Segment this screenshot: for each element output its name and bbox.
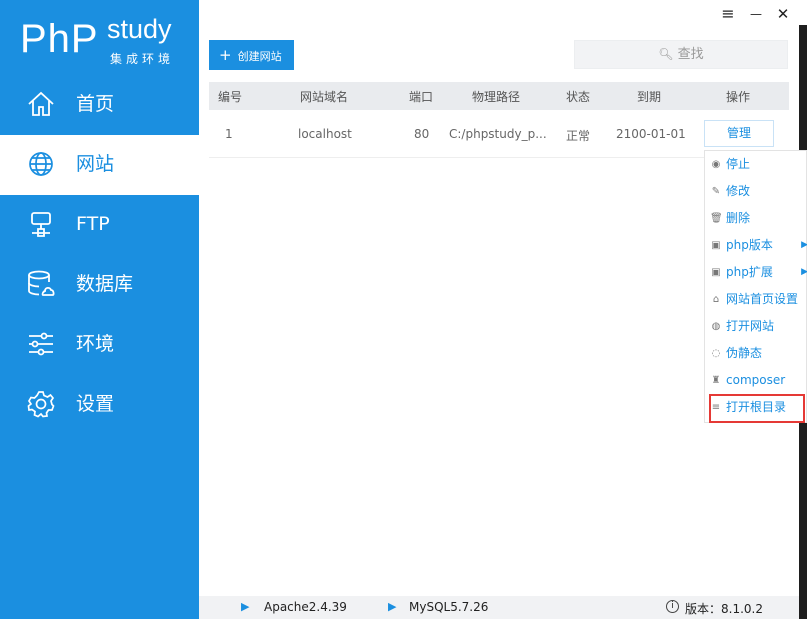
minimize-button[interactable]: — — [746, 4, 766, 24]
sidebar-item-environment[interactable]: 环境 — [0, 315, 199, 375]
submenu-arrow-icon: ▶ — [801, 240, 807, 250]
menu-item-label: 伪静态 — [726, 346, 763, 360]
php-extension-icon: ▣ — [711, 267, 721, 278]
app-logo: PhP study 集成环境 — [0, 0, 199, 75]
column-header-action: 操作 — [726, 90, 751, 104]
sidebar-item-label: 环境 — [76, 333, 115, 355]
database-icon — [26, 269, 56, 299]
trash-icon: 🗑︎ — [710, 213, 723, 224]
sidebar-item-label: FTP — [76, 213, 110, 235]
menu-item-composer[interactable]: ♜ composer — [705, 367, 807, 394]
sidebar: PhP study 集成环境 首页 网站 FTP 数据库 环境 设置 — [0, 0, 199, 619]
version-label: 版本：8.1.0.2 — [685, 602, 763, 616]
gear-icon — [26, 389, 56, 419]
cell-expiry: 2100-01-01 — [616, 127, 686, 141]
apache-service-label: Apache2.4.39 — [264, 600, 347, 614]
logo-php-text: PhP — [20, 17, 99, 61]
globe-icon — [26, 149, 56, 179]
apache-start-icon[interactable]: ▶ — [241, 600, 249, 613]
menu-item-label: 删除 — [726, 211, 751, 225]
sliders-icon — [26, 329, 56, 359]
status-bar: ▶ Apache2.4.39 ▶ MySQL5.7.26 i 版本：8.1.0.… — [199, 596, 799, 619]
menu-item-label: php扩展 — [726, 265, 773, 279]
sidebar-item-home[interactable]: 首页 — [0, 75, 199, 135]
sidebar-item-database[interactable]: 数据库 — [0, 255, 199, 315]
composer-icon: ♜ — [711, 375, 721, 386]
menu-item-php-extension[interactable]: ▣ php扩展 ▶ — [705, 259, 807, 286]
sidebar-item-label: 网站 — [76, 153, 115, 175]
column-header-status: 状态 — [566, 90, 591, 104]
highlight-box — [709, 394, 805, 423]
ftp-server-icon — [26, 209, 56, 239]
close-button[interactable]: ✕ — [773, 4, 793, 24]
search-placeholder: 查找 — [677, 47, 704, 62]
column-header-id: 编号 — [218, 90, 243, 104]
globe-icon: ◍ — [711, 321, 721, 332]
column-header-domain: 网站域名 — [300, 90, 349, 104]
menu-item-php-version[interactable]: ▣ php版本 ▶ — [705, 232, 807, 259]
home-icon: ⌂ — [712, 294, 720, 305]
home-icon — [26, 89, 56, 119]
logo-subtitle: 集成环境 — [110, 52, 175, 66]
column-header-port: 端口 — [409, 90, 434, 104]
sidebar-item-label: 数据库 — [76, 273, 134, 295]
menu-item-homepage-settings[interactable]: ⌂ 网站首页设置 — [705, 286, 807, 313]
sidebar-item-settings[interactable]: 设置 — [0, 375, 199, 435]
create-website-label: 创建网站 — [237, 50, 282, 63]
column-header-path: 物理路径 — [472, 90, 521, 104]
rewrite-icon: ◌ — [711, 348, 721, 359]
menu-item-open-website[interactable]: ◍ 打开网站 — [705, 313, 807, 340]
mysql-service-label: MySQL5.7.26 — [409, 600, 489, 614]
php-version-icon: ▣ — [711, 240, 721, 251]
sidebar-item-label: 首页 — [76, 93, 115, 115]
plus-icon: + — [219, 46, 232, 64]
menu-item-edit[interactable]: ✎ 修改 — [705, 178, 807, 205]
menu-icon[interactable]: ≡ — [718, 4, 738, 24]
submenu-arrow-icon: ▶ — [801, 267, 807, 277]
mysql-start-icon[interactable]: ▶ — [388, 600, 396, 613]
table-header: 编号 网站域名 端口 物理路径 状态 到期 操作 — [209, 82, 789, 110]
menu-item-delete[interactable]: 🗑︎ 删除 — [705, 205, 807, 232]
menu-item-label: composer — [726, 373, 786, 387]
info-icon: i — [666, 600, 679, 613]
sidebar-item-website[interactable]: 网站 — [0, 135, 199, 195]
menu-item-label: 修改 — [726, 184, 751, 198]
menu-item-stop[interactable]: ◉ 停止 — [705, 151, 807, 178]
manage-dropdown-menu: ◉ 停止 ✎ 修改 🗑︎ 删除 ▣ php版本 ▶ ▣ php扩展 ▶ ⌂ 网站… — [704, 150, 807, 423]
create-website-button[interactable]: + 创建网站 — [209, 40, 294, 70]
cell-port: 80 — [414, 127, 430, 141]
search-input[interactable]: 🔍︎ 查找 — [574, 40, 788, 69]
stop-icon: ◉ — [711, 159, 721, 170]
sidebar-item-label: 设置 — [76, 393, 115, 415]
pencil-icon: ✎ — [711, 186, 721, 197]
sidebar-item-ftp[interactable]: FTP — [0, 195, 199, 255]
cell-id: 1 — [225, 127, 233, 141]
cell-domain: localhost — [298, 127, 352, 141]
cell-path: C:/phpstudy_p... — [449, 127, 547, 141]
menu-item-label: 停止 — [726, 157, 751, 171]
manage-button[interactable]: 管理 — [704, 120, 774, 147]
logo-study-text: study — [107, 14, 172, 44]
menu-item-label: php版本 — [726, 238, 773, 252]
cell-status: 正常 — [566, 129, 591, 143]
search-icon: 🔍︎ — [658, 47, 674, 61]
menu-item-label: 网站首页设置 — [726, 292, 799, 306]
table-row: 1 localhost 80 C:/phpstudy_p... 正常 2100-… — [209, 114, 789, 158]
menu-item-label: 打开网站 — [726, 319, 775, 333]
column-header-expiry: 到期 — [637, 90, 662, 104]
menu-item-rewrite[interactable]: ◌ 伪静态 — [705, 340, 807, 367]
